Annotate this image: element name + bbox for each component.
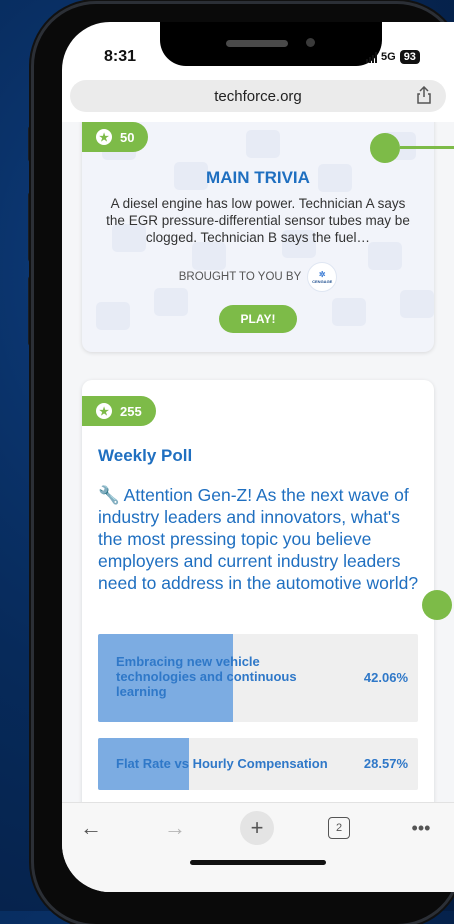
- poll-points-badge: ★ 255: [82, 396, 156, 426]
- home-indicator: [190, 860, 326, 865]
- status-time: 8:31: [104, 48, 137, 65]
- annotation-marker: [370, 133, 400, 163]
- star-icon: ★: [96, 403, 112, 419]
- poll-option-label: Flat Rate vs Hourly Compensation: [116, 756, 328, 771]
- poll-option-label: Embracing new vehicle technologies and c…: [116, 654, 297, 699]
- annotation-line: [400, 146, 454, 149]
- star-icon: ★: [96, 129, 112, 145]
- poll-option-percent: 42.06%: [363, 670, 408, 685]
- sponsor-line: BROUGHT TO YOU BY ✲ CENGAGE: [82, 262, 434, 292]
- battery-icon: 93: [399, 50, 420, 64]
- trivia-title: MAIN TRIVIA: [206, 168, 310, 187]
- cengage-logo-text: CENGAGE: [312, 279, 333, 284]
- play-button[interactable]: PLAY!: [219, 305, 297, 333]
- url-text[interactable]: techforce.org: [70, 88, 446, 105]
- share-icon[interactable]: [416, 86, 432, 104]
- status-indicators: 5G 93: [366, 50, 420, 64]
- poll-points: 255: [120, 403, 142, 419]
- poll-title: Weekly Poll: [98, 446, 193, 465]
- trivia-question: A diesel engine has low power. Technicia…: [106, 196, 410, 245]
- poll-option-1[interactable]: Embracing new vehicle technologies and c…: [98, 634, 418, 722]
- cengage-logo: ✲ CENGAGE: [307, 262, 338, 292]
- dynamic-island: [160, 22, 382, 66]
- annotation-marker: [422, 590, 452, 620]
- signal-icon: [366, 51, 377, 63]
- more-menu-icon[interactable]: •••: [406, 813, 436, 843]
- tabs-button[interactable]: 2: [328, 817, 350, 839]
- new-tab-plus-icon[interactable]: +: [240, 811, 274, 845]
- trivia-points: 50: [120, 129, 135, 145]
- page-content[interactable]: ★ 50 MAIN TRIVIA A diesel engine has low…: [62, 122, 454, 802]
- tab-count: 2: [335, 822, 343, 834]
- network-label: 5G: [381, 51, 396, 63]
- forward-arrow-icon[interactable]: →: [160, 813, 190, 843]
- brought-by-label: BROUGHT TO YOU BY: [178, 271, 302, 283]
- poll-question: 🔧 Attention Gen-Z! As the next wave of i…: [98, 485, 419, 593]
- trivia-points-badge: ★ 50: [82, 122, 149, 152]
- poll-option-2[interactable]: Flat Rate vs Hourly Compensation 28.57%: [98, 738, 418, 790]
- address-bar[interactable]: techforce.org: [70, 80, 446, 112]
- poll-option-percent: 28.57%: [363, 756, 408, 771]
- browser-toolbar: ← → + 2 •••: [62, 802, 454, 892]
- weekly-poll-card: ★ 255 Weekly Poll 🔧 Attention Gen-Z! As …: [82, 380, 434, 802]
- back-arrow-icon[interactable]: ←: [76, 813, 106, 843]
